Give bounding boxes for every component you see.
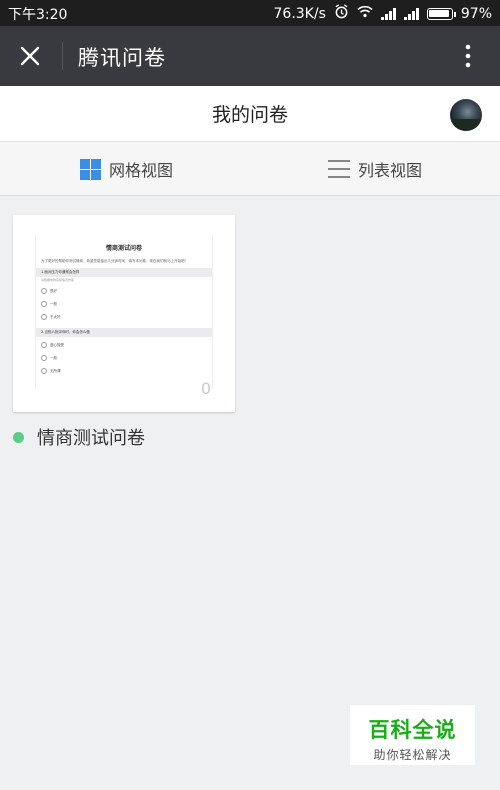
- battery-icon: [426, 7, 456, 20]
- list-icon: [328, 160, 350, 178]
- avatar[interactable]: [450, 99, 482, 131]
- radio-icon: [41, 301, 47, 307]
- watermark-sub: 助你轻松解决: [373, 748, 452, 762]
- battery-percent: 97%: [460, 5, 492, 22]
- status-bar: 下午3:20 76.3K/s 97%: [0, 0, 500, 26]
- preview-description: 为了更好的帮助你测试情商，希望您能抽出几分钟时间，填写本问卷，现在我们就马上开始…: [41, 259, 188, 263]
- watermark: 百科全说 助你轻松解决: [350, 705, 475, 765]
- preview-option-label: 一般: [50, 301, 57, 306]
- list-view-label: 列表视图: [358, 161, 423, 180]
- preview-option: 一般: [36, 299, 212, 309]
- alarm-icon: [334, 4, 349, 23]
- status-time: 下午3:20: [8, 7, 68, 23]
- signal-icon-2: [403, 7, 419, 20]
- preview-question-1: 1.面对压力你通常会怎样: [36, 268, 212, 277]
- radio-icon: [41, 342, 47, 348]
- preview-option: 很好: [36, 286, 212, 296]
- preview-title: 情商测试问卷: [105, 245, 142, 252]
- preview-option-label: 虚心接受: [50, 342, 64, 347]
- preview-question-1-hint: 请根据你的实际情况作答: [41, 278, 75, 282]
- radio-icon: [41, 368, 47, 374]
- preview-option-label: 很好: [50, 288, 57, 293]
- page-header: 我的问卷: [0, 86, 500, 142]
- app-title: 腾讯问卷: [78, 46, 166, 70]
- grid-view-label: 网格视图: [109, 161, 174, 180]
- radio-icon: [41, 355, 47, 361]
- survey-name: 情商测试问卷: [37, 428, 145, 449]
- status-dot: [13, 431, 24, 443]
- more-vertical-icon[interactable]: [452, 40, 484, 72]
- signal-icon: [380, 7, 396, 20]
- title-divider: [62, 42, 63, 70]
- preview-option: 无所谓: [36, 366, 212, 376]
- wifi-icon: [357, 5, 373, 22]
- preview-option: 不太好: [36, 312, 212, 322]
- preview-option-label: 一般: [50, 355, 57, 360]
- preview-question-2: 2.当别人批评你时，你会怎么做: [36, 328, 212, 337]
- response-count: 0: [200, 379, 211, 398]
- status-indicators: 76.3K/s 97%: [273, 4, 492, 23]
- view-switch: 网格视图 列表视图: [0, 142, 500, 196]
- preview-option: 一般: [36, 353, 212, 363]
- preview-option-label: 不太好: [50, 314, 61, 319]
- grid-icon: [80, 158, 101, 180]
- radio-icon: [41, 314, 47, 320]
- grid-view-button[interactable]: 网格视图: [80, 142, 173, 196]
- page-title: 我的问卷: [211, 104, 288, 126]
- radio-icon: [41, 288, 47, 294]
- survey-card[interactable]: 情商测试问卷 为了更好的帮助你测试情商，希望您能抽出几分钟时间，填写本问卷，现在…: [13, 215, 235, 412]
- survey-label[interactable]: 情商测试问卷: [13, 424, 145, 450]
- watermark-main: 百科全说: [368, 718, 457, 742]
- net-speed: 76.3K/s: [273, 5, 326, 22]
- survey-preview-thumbnail: 情商测试问卷 为了更好的帮助你测试情商，希望您能抽出几分钟时间，填写本问卷，现在…: [35, 236, 213, 388]
- preview-option-label: 无所谓: [50, 368, 61, 373]
- close-icon[interactable]: [14, 40, 46, 72]
- preview-option: 虚心接受: [36, 340, 212, 350]
- app-title-bar: 腾讯问卷: [0, 26, 500, 86]
- list-view-button[interactable]: 列表视图: [328, 142, 422, 196]
